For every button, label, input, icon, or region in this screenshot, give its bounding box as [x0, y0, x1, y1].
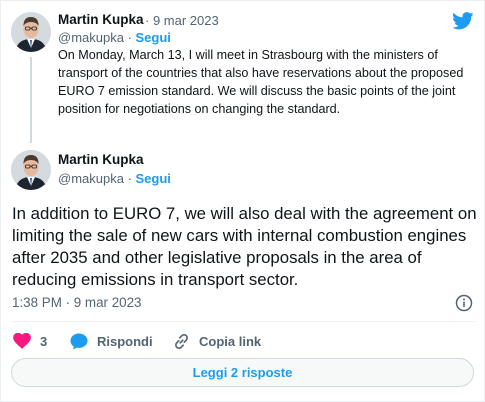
copy-link-button[interactable]: Copia link — [173, 331, 261, 351]
divider — [12, 321, 475, 322]
main-author-name[interactable]: Martin Kupka — [58, 152, 144, 167]
quoted-date[interactable]: 9 mar 2023 — [153, 13, 219, 28]
avatar-main[interactable] — [11, 150, 51, 190]
quoted-handle[interactable]: @makupka — [58, 30, 124, 45]
reply-button[interactable]: Rispondi — [70, 331, 153, 351]
read-replies-button[interactable]: Leggi 2 risposte — [11, 358, 474, 387]
main-handle-row: @makupka · Segui — [58, 171, 171, 186]
info-icon[interactable] — [455, 294, 473, 312]
copy-link-label: Copia link — [199, 333, 262, 349]
avatar-quoted[interactable] — [11, 12, 51, 52]
quoted-separator: · — [145, 13, 153, 28]
main-handle-separator: · — [123, 171, 136, 186]
embedded-tweet-card: Martin Kupka · 9 mar 2023 @makupka · Seg… — [0, 0, 485, 402]
twitter-bird-icon[interactable] — [452, 12, 474, 30]
tweet-timestamp[interactable]: 1:38 PM · 9 mar 2023 — [12, 295, 142, 310]
reply-label: Rispondi — [97, 333, 153, 349]
quoted-handle-row: @makupka · Segui — [58, 30, 171, 45]
main-follow-button[interactable]: Segui — [136, 171, 171, 186]
read-replies-label: Leggi 2 risposte — [192, 365, 293, 380]
quoted-author-name[interactable]: Martin Kupka — [58, 12, 144, 27]
quoted-follow-button[interactable]: Segui — [136, 30, 171, 45]
main-tweet-text: In addition to EURO 7, we will also deal… — [12, 204, 477, 289]
like-count: 3 — [40, 333, 48, 349]
thread-connector-line — [30, 57, 32, 143]
speech-bubble-icon — [70, 332, 88, 349]
heart-icon — [13, 333, 31, 349]
like-button[interactable]: 3 — [13, 331, 47, 351]
link-icon — [175, 333, 188, 349]
quoted-meta: · 9 mar 2023 — [145, 13, 219, 28]
quoted-tweet-text: On Monday, March 13, I will meet in Stra… — [58, 48, 464, 116]
main-handle[interactable]: @makupka — [58, 171, 124, 186]
quoted-handle-separator: · — [123, 30, 136, 45]
